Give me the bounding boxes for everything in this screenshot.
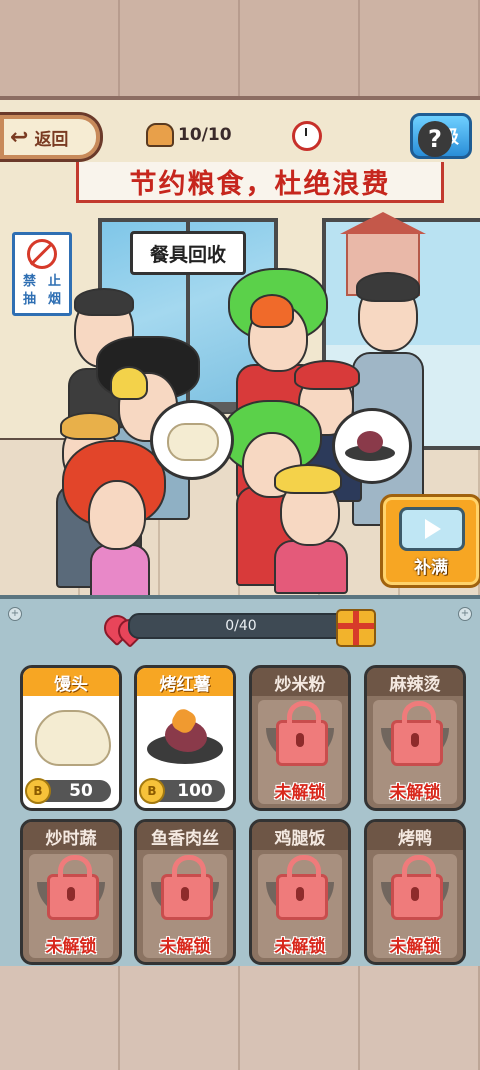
refill-label: 补满: [414, 558, 448, 578]
locked-label: 未解锁: [389, 783, 441, 803]
video-ad-icon: [399, 507, 465, 551]
dish-name: 烤红薯: [137, 668, 233, 696]
customers-icon: [146, 123, 174, 147]
lock-icon: [391, 701, 443, 766]
dish-name: 鸡腿饭: [252, 822, 348, 850]
coin-icon: B: [25, 778, 51, 804]
back-label: 返回: [34, 129, 69, 150]
lock-icon: [391, 855, 443, 920]
locked-label: 未解锁: [45, 937, 97, 957]
progress-bar: 0/40: [128, 613, 354, 639]
dish-card-stir-fried-vegetables[interactable]: 炒时蔬 未解锁: [20, 819, 122, 965]
dish-name: 馒头: [23, 668, 119, 696]
dish-name: 炒米粉: [252, 668, 348, 696]
dish-card-yuxiang-pork[interactable]: 鱼香肉丝 未解锁: [134, 819, 236, 965]
back-button[interactable]: ↩ 返回: [0, 112, 103, 162]
dish-name: 烤鸭: [367, 822, 463, 850]
dish-panel: + + 0/40 馒头 B 50 烤红薯 B 100 炒米粉 未解锁 麻辣烫 未…: [0, 595, 480, 970]
no-smoking-icon: [27, 239, 57, 269]
no-smoking-char: 禁: [22, 274, 36, 289]
customer-mohawk[interactable]: [266, 460, 350, 594]
locked-label: 未解锁: [274, 937, 326, 957]
dish-name: 鱼香肉丝: [137, 822, 233, 850]
dish-card-sweet-potato[interactable]: 烤红薯 B 100: [134, 665, 236, 811]
dish-price: B 50: [25, 778, 111, 804]
dish-card-roast-duck[interactable]: 烤鸭 未解锁: [364, 819, 466, 965]
lock-icon: [161, 855, 213, 920]
price-value: 100: [177, 781, 213, 801]
order-bubble-sweet-potato: [332, 408, 412, 484]
ceiling: [0, 0, 480, 110]
order-bubble-bun: [150, 400, 234, 480]
locked-label: 未解锁: [159, 937, 211, 957]
locked-label: 未解锁: [274, 783, 326, 803]
dish-card-fried-rice-noodles[interactable]: 炒米粉 未解锁: [249, 665, 351, 811]
gift-box-icon[interactable]: [336, 609, 376, 647]
dish-card-malatang[interactable]: 麻辣烫 未解锁: [364, 665, 466, 811]
lock-icon: [276, 855, 328, 920]
timer-clock-icon[interactable]: [292, 121, 322, 151]
coin-icon: B: [139, 778, 165, 804]
help-button[interactable]: ?: [418, 121, 452, 157]
refill-button[interactable]: 补满: [380, 494, 480, 588]
customer-count: 10/10: [178, 125, 232, 145]
price-value: 50: [69, 781, 93, 801]
dish-name: 麻辣烫: [367, 668, 463, 696]
no-smoking-char: 抽: [22, 292, 36, 307]
arrow-left-icon: ↩: [10, 124, 29, 150]
screw-icon: +: [8, 607, 22, 621]
slogan-banner: 节约粮食，杜绝浪费: [76, 162, 444, 203]
screw-icon: +: [458, 607, 472, 621]
progress-text: 0/40: [225, 618, 257, 634]
floor-tiles: [0, 966, 480, 1070]
dish-card-chicken-leg-rice[interactable]: 鸡腿饭 未解锁: [249, 819, 351, 965]
dish-name: 炒时蔬: [23, 822, 119, 850]
lock-icon: [276, 701, 328, 766]
no-smoking-sign: 禁 止 抽 烟: [12, 232, 72, 316]
dish-card-mantou[interactable]: 馒头 B 50: [20, 665, 122, 811]
customer-red-hair-girl[interactable]: [62, 440, 166, 595]
steamed-bun-icon: [35, 710, 111, 766]
lock-icon: [47, 855, 99, 920]
locked-label: 未解锁: [389, 937, 441, 957]
dish-price: B 100: [139, 778, 225, 804]
customer-counter: 10/10: [146, 122, 232, 148]
